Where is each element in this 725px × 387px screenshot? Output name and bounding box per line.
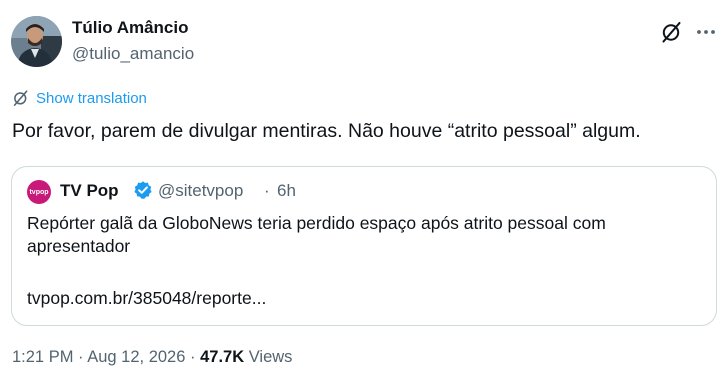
show-translation-label: Show translation bbox=[36, 89, 147, 107]
author-handle[interactable]: @tulio_amancio bbox=[72, 44, 194, 64]
show-translation-link[interactable]: Show translation bbox=[12, 89, 147, 107]
tweet-meta: 1:21 PM · Aug 12, 2026 · 47.7K Views bbox=[12, 348, 292, 367]
quoted-avatar[interactable]: tvpop bbox=[27, 180, 51, 204]
quoted-timestamp[interactable]: 6h bbox=[277, 181, 296, 201]
tweet-text: Por favor, parem de divulgar mentiras. N… bbox=[12, 120, 641, 142]
quoted-text: Repórter galã da GloboNews teria perdido… bbox=[27, 213, 606, 256]
meta-separator: · bbox=[78, 348, 84, 366]
more-icon[interactable] bbox=[694, 20, 718, 44]
quoted-link[interactable]: tvpop.com.br/385048/reporte... bbox=[27, 288, 266, 309]
translate-icon bbox=[13, 90, 28, 106]
tweet-date[interactable]: Aug 12, 2026 bbox=[87, 348, 185, 366]
grok-icon[interactable] bbox=[660, 20, 684, 44]
quoted-separator: · bbox=[264, 181, 270, 200]
author-avatar[interactable] bbox=[11, 16, 62, 67]
author-name[interactable]: Túlio Amâncio bbox=[72, 18, 189, 38]
views-count[interactable]: 47.7K bbox=[200, 348, 244, 366]
views-label: Views bbox=[248, 348, 293, 366]
quoted-author-handle[interactable]: @sitetvpop bbox=[158, 181, 243, 201]
verified-badge-icon bbox=[133, 180, 153, 200]
quoted-avatar-text: tvpop bbox=[29, 188, 49, 196]
meta-separator: · bbox=[190, 348, 196, 366]
tweet-time[interactable]: 1:21 PM bbox=[12, 348, 73, 366]
quoted-author-name[interactable]: TV Pop bbox=[60, 181, 119, 201]
quoted-tweet-card[interactable]: tvpop TV Pop @sitetvpop · 6h Repórter ga… bbox=[11, 166, 717, 326]
